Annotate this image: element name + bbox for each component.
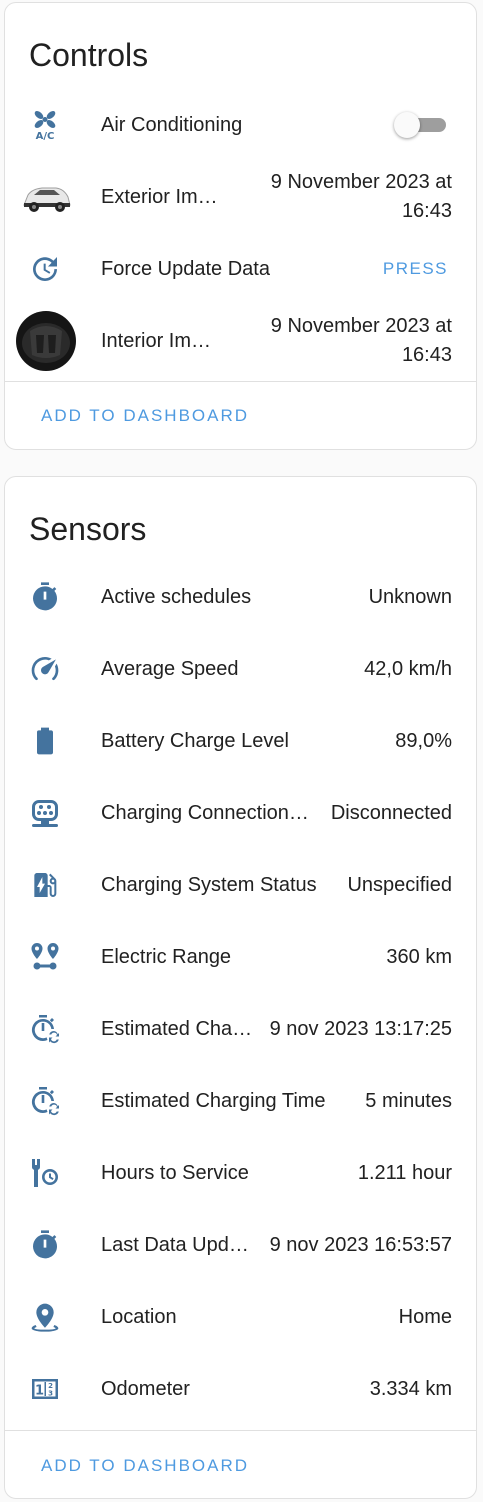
sensor-name: Active schedules: [101, 586, 252, 608]
air-conditioner-icon: A/C: [27, 107, 63, 143]
sensor-row-hours-to-service[interactable]: Hours to Service 1.211 hour: [5, 1137, 476, 1209]
sensor-name: Odometer: [101, 1378, 190, 1400]
sensor-value: Unknown: [368, 585, 452, 608]
sensor-name: Battery Charge Level: [101, 730, 289, 752]
timer-icon: [27, 1227, 63, 1263]
sensors-card: Sensors Active schedules Unknown Average…: [4, 476, 477, 1499]
sensor-row-estimated-charging-finish[interactable]: Estimated Cha… 9 nov 2023 13:17:25: [5, 993, 476, 1065]
svg-text:A/C: A/C: [36, 131, 55, 141]
sensor-name: Charging System Status: [101, 874, 317, 896]
sensor-value: 3.334 km: [369, 1377, 452, 1400]
control-row-interior-image[interactable]: Interior Im… 9 November 2023 at 16:43: [5, 305, 476, 377]
sensor-row-estimated-charging-time[interactable]: Estimated Charging Time 5 minutes: [5, 1065, 476, 1137]
sensor-name: Average Speed: [101, 658, 239, 680]
sensor-value: 9 nov 2023 13:17:25: [269, 1017, 452, 1040]
sensor-value: Home: [398, 1305, 452, 1328]
interior-image-timestamp: 9 November 2023 at 16:43: [270, 315, 452, 366]
map-marker-distance-icon: [27, 939, 63, 975]
sensor-value: 5 minutes: [365, 1089, 452, 1112]
sensor-row-active-schedules[interactable]: Active schedules Unknown: [5, 561, 476, 633]
card-divider: [5, 381, 476, 382]
control-name: Interior Im…: [101, 330, 212, 352]
controls-card: Controls A/C Air Conditioning Exterior I…: [4, 2, 477, 450]
speedometer-icon: [27, 651, 63, 687]
sensor-value: 89,0%: [395, 729, 452, 752]
update-icon: [27, 251, 63, 287]
timer-icon: [27, 579, 63, 615]
ev-station-icon: [27, 867, 63, 903]
sensor-value: 9 nov 2023 16:53:57: [269, 1233, 452, 1256]
svg-text:3: 3: [48, 1390, 53, 1398]
exterior-image-timestamp: 9 November 2023 at 16:43: [270, 171, 452, 222]
air-conditioning-toggle[interactable]: [394, 112, 446, 138]
battery-icon: [27, 723, 63, 759]
sensor-name: Location: [101, 1306, 177, 1328]
sensor-row-charging-system-status[interactable]: Charging System Status Unspecified: [5, 849, 476, 921]
press-button[interactable]: PRESS: [383, 233, 448, 305]
sensor-row-battery-charge-level[interactable]: Battery Charge Level 89,0%: [5, 705, 476, 777]
timer-sync-icon: [27, 1011, 63, 1047]
sensor-row-electric-range[interactable]: Electric Range 360 km: [5, 921, 476, 993]
wrench-clock-icon: [27, 1155, 63, 1191]
sensor-name: Hours to Service: [101, 1162, 249, 1184]
add-to-dashboard-button[interactable]: ADD TO DASHBOARD: [41, 406, 249, 426]
sensor-value: Disconnected: [330, 801, 452, 824]
sensor-row-last-data-update[interactable]: Last Data Upd… 9 nov 2023 16:53:57: [5, 1209, 476, 1281]
control-row-air-conditioning[interactable]: A/C Air Conditioning: [5, 89, 476, 161]
sensor-value: Unspecified: [347, 873, 452, 896]
control-name: Exterior Im…: [101, 186, 218, 208]
sensor-value: 42,0 km/h: [364, 657, 452, 680]
exterior-car-image: [16, 167, 76, 227]
control-name: Force Update Data: [101, 258, 270, 280]
sensor-name: Estimated Cha…: [101, 1018, 253, 1040]
sensor-name: Estimated Charging Time: [101, 1090, 326, 1112]
interior-car-image: [16, 311, 76, 371]
sensor-name: Last Data Upd…: [101, 1234, 249, 1256]
control-row-exterior-image[interactable]: Exterior Im… 9 November 2023 at 16:43: [5, 161, 476, 233]
sensor-name: Charging Connection…: [101, 802, 309, 824]
sensor-row-charging-connection[interactable]: Charging Connection… Disconnected: [5, 777, 476, 849]
timer-sync-icon: [27, 1083, 63, 1119]
sensor-value: 1.211 hour: [357, 1161, 452, 1184]
ev-plug-icon: [27, 795, 63, 831]
control-name: Air Conditioning: [101, 114, 243, 136]
sensors-title: Sensors: [29, 511, 147, 547]
svg-text:1: 1: [35, 1384, 44, 1399]
sensor-row-odometer[interactable]: 1 2 3 Odometer 3.334 km: [5, 1353, 476, 1425]
sensor-value: 360 km: [386, 945, 452, 968]
controls-title: Controls: [29, 37, 149, 73]
control-row-force-update[interactable]: Force Update Data PRESS: [5, 233, 476, 305]
sensor-row-location[interactable]: Location Home: [5, 1281, 476, 1353]
map-marker-icon: [27, 1299, 63, 1335]
counter-icon: 1 2 3: [27, 1371, 63, 1407]
sensor-row-average-speed[interactable]: Average Speed 42,0 km/h: [5, 633, 476, 705]
add-to-dashboard-button[interactable]: ADD TO DASHBOARD: [41, 1456, 249, 1476]
sensor-name: Electric Range: [101, 946, 232, 968]
card-divider: [5, 1430, 476, 1431]
